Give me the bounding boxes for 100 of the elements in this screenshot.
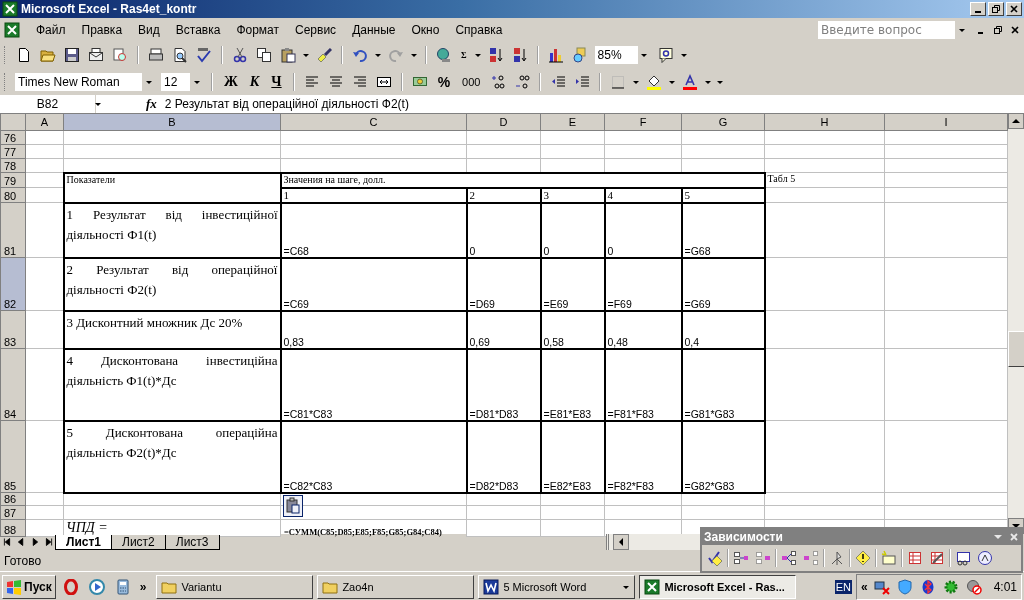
column-header[interactable]: D bbox=[466, 113, 541, 131]
menu-item[interactable]: Сервис bbox=[287, 22, 345, 37]
row-header[interactable]: 84 bbox=[0, 348, 26, 421]
sort-ascending-icon[interactable] bbox=[487, 46, 504, 63]
evaluate-formula-icon[interactable] bbox=[977, 550, 993, 566]
mail-icon[interactable] bbox=[88, 46, 104, 63]
taskbar-button[interactable]: Zao4n bbox=[317, 575, 475, 599]
column-header[interactable]: I bbox=[884, 113, 1008, 131]
align-right-icon[interactable] bbox=[351, 73, 368, 90]
research-icon[interactable] bbox=[112, 46, 128, 63]
scrollbar-thumb[interactable] bbox=[1008, 331, 1024, 367]
menu-item[interactable]: Окно bbox=[403, 22, 448, 37]
hyperlink-icon[interactable] bbox=[436, 46, 452, 63]
shield-icon[interactable] bbox=[896, 579, 913, 595]
calculator-icon[interactable] bbox=[114, 579, 131, 595]
scroll-up-icon[interactable] bbox=[1008, 113, 1024, 129]
align-left-icon[interactable] bbox=[303, 73, 320, 90]
menu-item[interactable]: Вид bbox=[130, 22, 168, 37]
column-header[interactable]: C bbox=[280, 113, 467, 131]
error-check-icon[interactable] bbox=[707, 550, 723, 566]
underline-button[interactable]: Ч bbox=[267, 73, 286, 90]
minimize-button[interactable] bbox=[970, 2, 986, 16]
formula-field[interactable]: 2 Результат від операційної діяльності Ф2(t) bbox=[164, 97, 409, 111]
decrease-indent-icon[interactable] bbox=[550, 73, 567, 90]
print-icon[interactable] bbox=[148, 46, 164, 63]
toolbar-options-icon[interactable] bbox=[993, 532, 1003, 542]
trace-error-icon[interactable] bbox=[855, 550, 871, 566]
font-size-field[interactable]: 12 bbox=[160, 71, 204, 92]
copy-icon[interactable] bbox=[256, 46, 272, 63]
row-header[interactable]: 81 bbox=[0, 202, 26, 258]
column-header[interactable]: A bbox=[25, 113, 64, 131]
italic-button[interactable]: К bbox=[245, 73, 264, 90]
network-icon[interactable] bbox=[873, 579, 890, 595]
fill-color-icon[interactable] bbox=[646, 73, 663, 90]
chart-icon[interactable] bbox=[547, 46, 564, 63]
decrease-decimal-icon[interactable] bbox=[514, 73, 531, 90]
row-header[interactable]: 83 bbox=[0, 310, 26, 349]
row-header[interactable]: 82 bbox=[0, 257, 26, 311]
new-document-icon[interactable] bbox=[16, 46, 32, 63]
clear-validation-circles-icon[interactable] bbox=[929, 550, 945, 566]
restore-button[interactable] bbox=[988, 2, 1004, 16]
language-indicator[interactable]: EN bbox=[834, 580, 852, 594]
scroll-left-icon[interactable] bbox=[613, 534, 629, 550]
drawing-icon[interactable] bbox=[571, 46, 588, 63]
show-hidden-icons-button[interactable]: « bbox=[860, 580, 868, 594]
menu-item[interactable]: Правка bbox=[73, 22, 131, 37]
paste-options-icon[interactable] bbox=[283, 494, 303, 517]
menu-item[interactable]: Вставка bbox=[167, 22, 229, 37]
spelling-icon[interactable] bbox=[196, 46, 212, 63]
vertical-scrollbar[interactable] bbox=[1008, 113, 1024, 534]
menu-item[interactable]: Формат bbox=[228, 22, 288, 37]
remove-all-arrows-icon[interactable] bbox=[829, 550, 845, 566]
speaker-muted-icon[interactable] bbox=[965, 579, 982, 595]
column-header[interactable]: E bbox=[540, 113, 605, 131]
media-player-icon[interactable] bbox=[88, 579, 105, 595]
menu-item[interactable]: Данные bbox=[344, 22, 404, 37]
autosum-button[interactable]: Σ bbox=[458, 49, 470, 60]
increase-decimal-icon[interactable] bbox=[490, 73, 507, 90]
column-header[interactable]: G bbox=[681, 113, 765, 131]
start-button[interactable]: Пуск bbox=[2, 575, 56, 599]
circle-invalid-data-icon[interactable] bbox=[907, 550, 923, 566]
borders-icon[interactable] bbox=[610, 73, 627, 90]
horizontal-scrollbar[interactable] bbox=[606, 534, 700, 550]
column-header[interactable]: B bbox=[63, 113, 281, 131]
gear-icon[interactable] bbox=[942, 579, 959, 595]
row-header[interactable]: 85 bbox=[0, 420, 26, 493]
cut-icon[interactable] bbox=[232, 46, 248, 63]
more-button[interactable]: » bbox=[139, 580, 147, 594]
menu-item[interactable]: Справка bbox=[447, 22, 511, 37]
align-center-icon[interactable] bbox=[327, 73, 344, 90]
close-button[interactable] bbox=[1006, 2, 1022, 16]
percent-button[interactable]: % bbox=[433, 73, 455, 90]
increase-indent-icon[interactable] bbox=[574, 73, 591, 90]
print-preview-icon[interactable] bbox=[172, 46, 188, 63]
trace-precedents-icon[interactable] bbox=[733, 550, 749, 566]
menu-item[interactable]: Файл bbox=[28, 22, 74, 37]
thousands-button[interactable]: 000 bbox=[458, 75, 485, 88]
help-search-field[interactable]: Введите вопрос bbox=[817, 19, 969, 40]
column-header[interactable]: F bbox=[604, 113, 682, 131]
paste-icon[interactable] bbox=[280, 46, 296, 63]
column-header[interactable]: H bbox=[764, 113, 885, 131]
bold-button[interactable]: Ж bbox=[220, 73, 242, 90]
taskbar-button[interactable]: Variantu bbox=[156, 575, 314, 599]
watch-window-icon[interactable] bbox=[955, 550, 971, 566]
taskbar-button[interactable]: 5 Microsoft Word bbox=[478, 575, 636, 599]
remove-dependent-arrows-icon[interactable] bbox=[803, 550, 819, 566]
taskbar-button[interactable]: Microsoft Excel - Ras... bbox=[639, 575, 797, 599]
zoom-field[interactable]: 85% bbox=[593, 44, 652, 65]
format-painter-icon[interactable] bbox=[316, 46, 332, 63]
font-field[interactable]: Times New Roman bbox=[14, 71, 156, 92]
new-comment-icon[interactable] bbox=[881, 550, 897, 566]
sort-descending-icon[interactable] bbox=[511, 46, 528, 63]
insert-function-button[interactable]: fx bbox=[146, 96, 157, 112]
help-icon[interactable] bbox=[657, 46, 674, 63]
restore-icon[interactable] bbox=[993, 24, 1003, 35]
caret-icon[interactable] bbox=[94, 100, 102, 108]
trace-dependents-icon[interactable] bbox=[781, 550, 797, 566]
save-icon[interactable] bbox=[64, 46, 80, 63]
workbook-icon[interactable] bbox=[4, 21, 20, 38]
font-color-icon[interactable] bbox=[682, 73, 699, 90]
